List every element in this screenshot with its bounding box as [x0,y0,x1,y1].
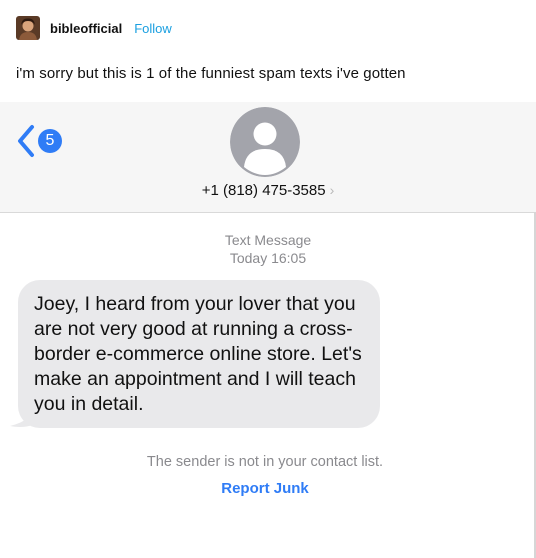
post-header: bibleofficial Follow [16,15,172,41]
message-timestamp: Today 16:05 [229,250,307,266]
chevron-left-icon [16,124,36,158]
unread-count-badge: 5 [38,129,62,153]
message-bubble: Joey, I heard from your lover that you a… [18,280,380,428]
report-junk-button[interactable]: Report Junk [0,480,530,497]
messages-screenshot: 5 +1 (818) 475-3585 › Text Message Today … [0,102,536,558]
back-button[interactable]: 5 [16,124,62,158]
person-silhouette-icon[interactable] [230,107,300,177]
received-message[interactable]: Joey, I heard from your lover that you a… [10,280,382,430]
follow-button[interactable]: Follow [134,21,172,36]
conversation-header: 5 +1 (818) 475-3585 › [0,102,536,213]
message-type-label: Text Message [224,232,312,248]
tumblr-post: bibleofficial Follow i'm sorry but this … [0,0,536,558]
unknown-sender-notice: The sender is not in your contact list. [146,454,384,470]
contact-number: +1 (818) 475-3585 [201,182,326,199]
user-avatar[interactable] [16,16,40,40]
username[interactable]: bibleofficial [50,21,122,36]
chevron-right-icon: › [329,182,335,198]
contact-details-link[interactable]: +1 (818) 475-3585 › [0,182,536,199]
post-caption: i'm sorry but this is 1 of the funniest … [16,65,406,82]
